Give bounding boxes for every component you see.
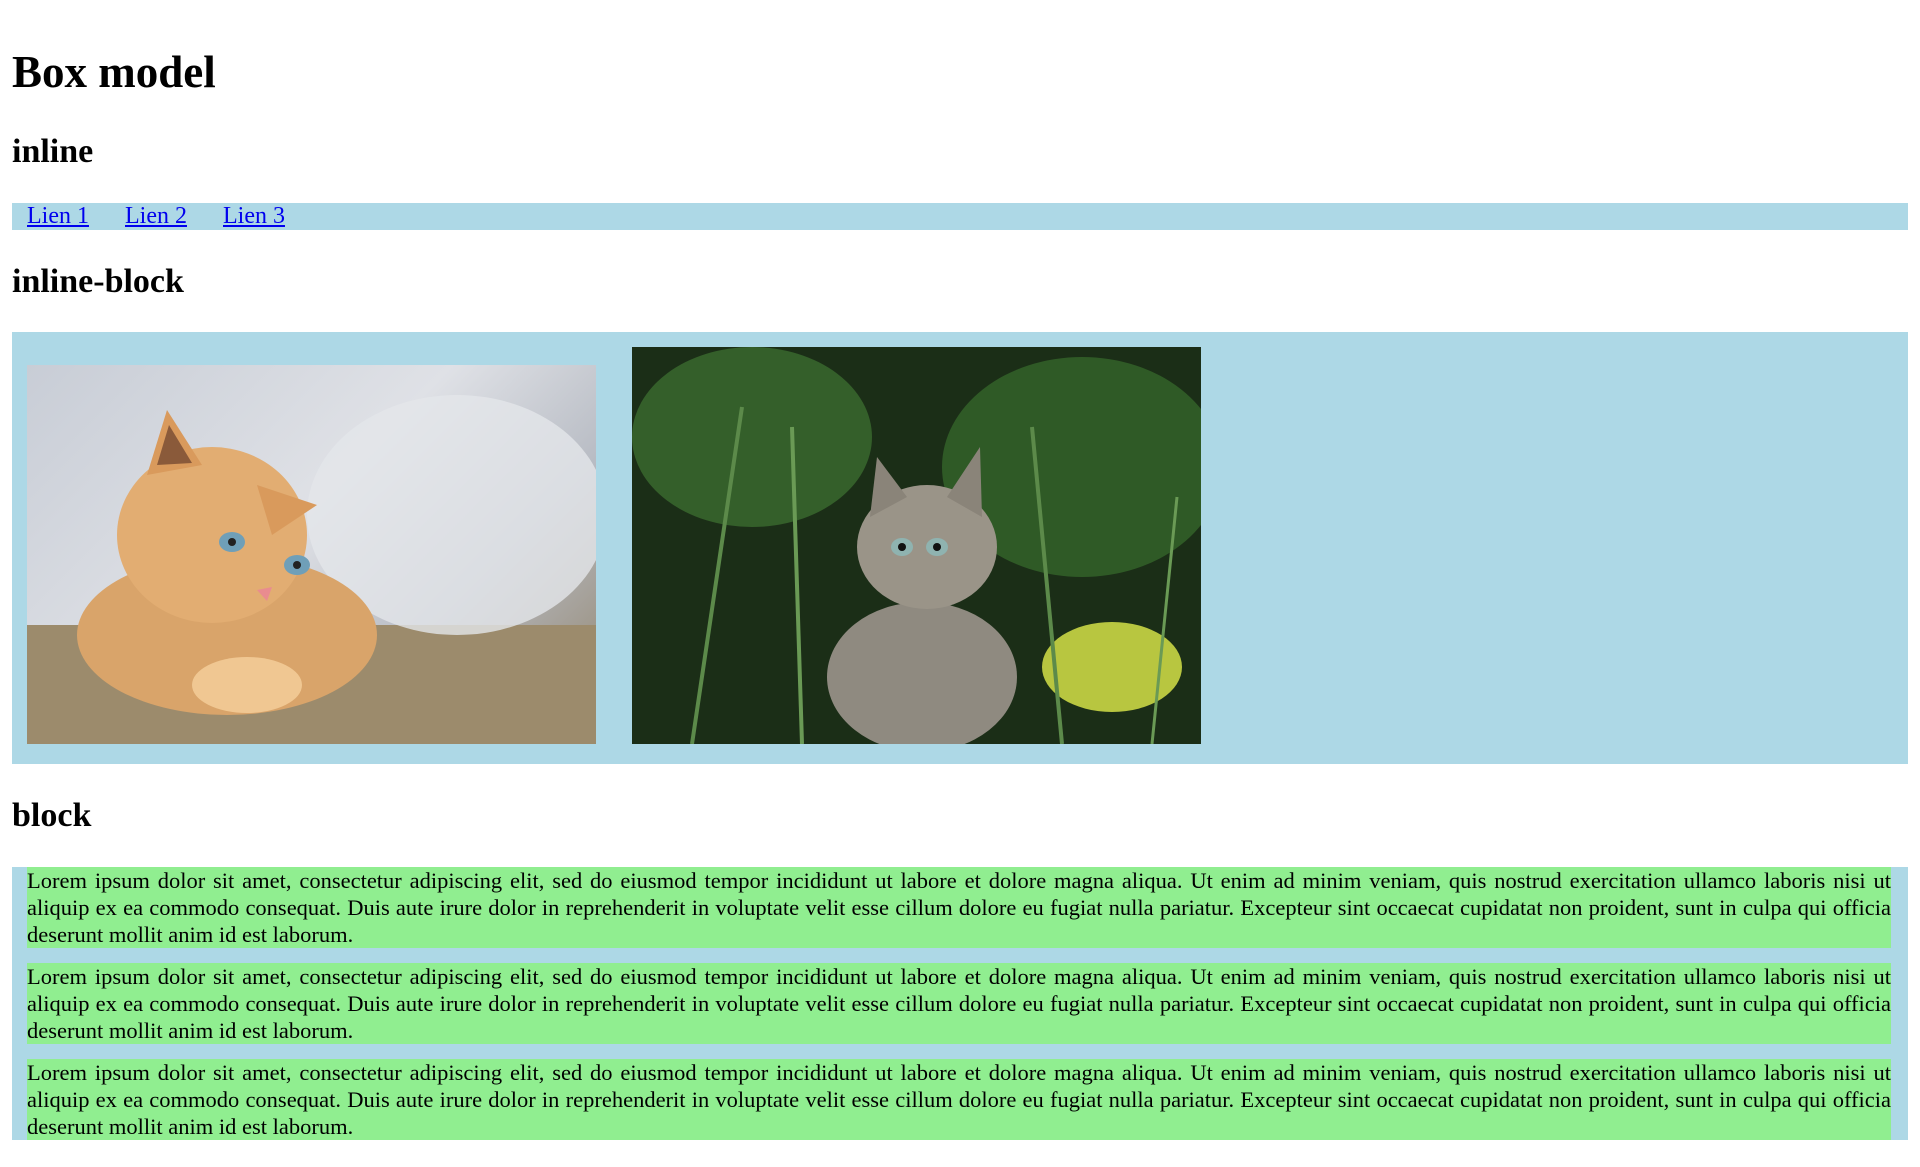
section-heading-block: block [12, 797, 92, 834]
link-lien-1[interactable]: Lien 1 [27, 203, 89, 230]
kitten-orange-image [27, 365, 596, 744]
block-container: Lorem ipsum dolor sit amet, consectetur … [12, 867, 1908, 1140]
link-lien-3[interactable]: Lien 3 [223, 203, 285, 230]
paragraph-1: Lorem ipsum dolor sit amet, consectetur … [27, 867, 1891, 948]
inline-block-container [12, 332, 1908, 764]
kitten-tabby-image [632, 347, 1201, 744]
page-title: Box model [12, 47, 216, 97]
inline-container: Lien 1 Lien 2 Lien 3 [12, 203, 1908, 230]
paragraph-3: Lorem ipsum dolor sit amet, consectetur … [27, 1059, 1891, 1140]
link-lien-2[interactable]: Lien 2 [125, 203, 187, 230]
paragraph-2: Lorem ipsum dolor sit amet, consectetur … [27, 963, 1891, 1044]
section-heading-inline: inline [12, 133, 94, 170]
section-heading-inline-block: inline-block [12, 263, 184, 300]
